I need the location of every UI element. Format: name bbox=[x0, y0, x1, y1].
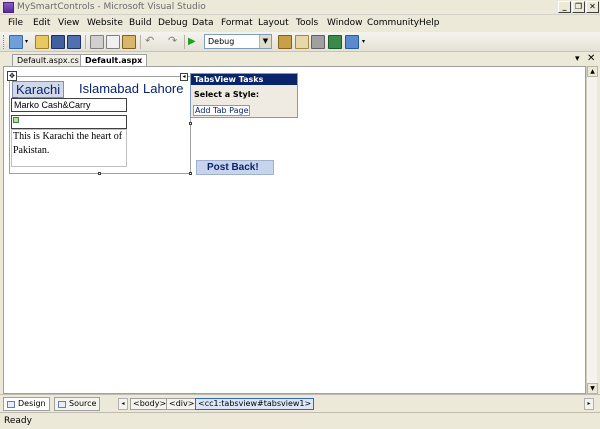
add-tab-page-link[interactable]: Add Tab Page bbox=[193, 105, 251, 116]
paste-icon[interactable] bbox=[122, 35, 136, 49]
toolbar-options-icon[interactable]: ▾ bbox=[362, 35, 370, 49]
cut-icon[interactable] bbox=[90, 35, 104, 49]
breadcrumb-tabsview[interactable]: <cc1:tabsview#tabsview1> bbox=[195, 398, 315, 410]
design-view-tab[interactable]: Design bbox=[3, 397, 50, 411]
toolbar-grip[interactable] bbox=[3, 35, 6, 49]
empty-textbox[interactable] bbox=[11, 115, 127, 129]
redo-icon[interactable]: ↷ bbox=[168, 35, 182, 49]
close-button[interactable]: ✕ bbox=[586, 1, 599, 13]
properties-icon[interactable] bbox=[311, 35, 325, 49]
toolbar-separator bbox=[184, 35, 185, 49]
save-icon[interactable] bbox=[51, 35, 65, 49]
view-bar: Design Source ◂ <body> <div> <cc1:tabsvi… bbox=[0, 394, 600, 412]
move-handle-icon[interactable]: ✥ bbox=[7, 71, 17, 81]
design-icon bbox=[7, 401, 15, 408]
status-text: Ready bbox=[4, 416, 32, 426]
tabsview-control[interactable]: ✥ ◂ Karachi Islamabad Lahore Marko Cash&… bbox=[7, 71, 192, 175]
resize-handle[interactable] bbox=[98, 172, 101, 175]
toolbar-separator bbox=[140, 35, 141, 49]
object-browser-icon[interactable] bbox=[345, 35, 359, 49]
tab-default-aspx-cs[interactable]: Default.aspx.cs bbox=[12, 54, 84, 66]
tab-karachi[interactable]: Karachi bbox=[12, 81, 65, 98]
select-style-label: Select a Style: bbox=[194, 90, 260, 99]
menu-build[interactable]: Build bbox=[129, 18, 152, 28]
vertical-scrollbar[interactable]: ▲ ▼ bbox=[586, 66, 598, 394]
design-view-label: Design bbox=[18, 399, 46, 408]
solution-explorer-icon[interactable] bbox=[295, 35, 309, 49]
chevron-down-icon[interactable]: ▼ bbox=[259, 35, 271, 48]
undo-icon[interactable]: ↶ bbox=[145, 35, 159, 49]
menu-file[interactable]: File bbox=[8, 18, 23, 28]
breadcrumb-left-icon[interactable]: ◂ bbox=[118, 398, 128, 410]
toolbox-icon[interactable] bbox=[328, 35, 342, 49]
menu-data[interactable]: Data bbox=[192, 18, 214, 28]
window-title: MySmartControls - Microsoft Visual Studi… bbox=[17, 2, 206, 12]
source-view-label: Source bbox=[69, 399, 97, 408]
menu-debug[interactable]: Debug bbox=[158, 18, 188, 28]
start-debugging-icon[interactable]: ▶ bbox=[188, 35, 202, 49]
tab-islamabad[interactable]: Islamabad bbox=[79, 81, 139, 96]
visual-studio-icon bbox=[3, 2, 14, 13]
copy-icon[interactable] bbox=[106, 35, 120, 49]
document-tab-strip: Default.aspx.cs Default.aspx ▾ ✕ bbox=[0, 52, 600, 67]
minimize-button[interactable]: _ bbox=[558, 1, 571, 13]
name-textbox[interactable]: Marko Cash&Carry bbox=[11, 98, 127, 112]
tab-list-icon[interactable]: ▾ bbox=[575, 54, 580, 64]
scroll-down-icon[interactable]: ▼ bbox=[587, 383, 598, 394]
menu-format[interactable]: Format bbox=[221, 18, 253, 28]
textbox-glyph-icon bbox=[13, 117, 19, 123]
breadcrumb-body[interactable]: <body> bbox=[130, 398, 170, 410]
restore-button[interactable]: ❐ bbox=[572, 1, 585, 13]
find-in-files-icon[interactable] bbox=[278, 35, 292, 49]
smart-tag-icon[interactable]: ◂ bbox=[180, 73, 188, 81]
menu-help[interactable]: Help bbox=[419, 18, 440, 28]
new-project-icon[interactable] bbox=[9, 35, 23, 49]
menu-view[interactable]: View bbox=[58, 18, 79, 28]
breadcrumb-right-icon[interactable]: ▸ bbox=[584, 398, 594, 410]
resize-handle[interactable] bbox=[189, 122, 192, 125]
resize-handle[interactable] bbox=[189, 172, 192, 175]
scroll-up-icon[interactable]: ▲ bbox=[587, 66, 598, 77]
tabsview-tasks-panel: TabsView Tasks Select a Style: Add Tab P… bbox=[190, 73, 298, 118]
source-view-tab[interactable]: Source bbox=[54, 397, 101, 411]
menu-community[interactable]: Community bbox=[367, 18, 419, 28]
menu-website[interactable]: Website bbox=[87, 18, 123, 28]
standard-toolbar: ▾ ↶ ↷ ▶ ▾ bbox=[0, 32, 600, 52]
toolbar-separator bbox=[85, 35, 86, 49]
save-all-icon[interactable] bbox=[67, 35, 81, 49]
tasks-panel-title: TabsView Tasks bbox=[191, 74, 297, 85]
status-bar: Ready bbox=[0, 412, 600, 429]
menu-layout[interactable]: Layout bbox=[258, 18, 289, 28]
open-icon[interactable] bbox=[35, 35, 49, 49]
source-icon bbox=[58, 401, 66, 408]
menu-bar: File Edit View Website Build Debug Data … bbox=[0, 15, 600, 32]
new-project-dropdown-icon[interactable]: ▾ bbox=[25, 35, 33, 49]
solution-configuration-value: Debug bbox=[208, 37, 235, 46]
solution-configuration-select[interactable]: Debug ▼ bbox=[204, 34, 272, 49]
description-paragraph: This is Karachi the heart of Pakistan. bbox=[11, 129, 127, 167]
menu-edit[interactable]: Edit bbox=[33, 18, 50, 28]
menu-tools[interactable]: Tools bbox=[296, 18, 318, 28]
menu-window[interactable]: Window bbox=[327, 18, 363, 28]
title-bar: MySmartControls - Microsoft Visual Studi… bbox=[0, 0, 600, 15]
close-document-icon[interactable]: ✕ bbox=[587, 53, 595, 64]
breadcrumb-div[interactable]: <div> bbox=[166, 398, 198, 410]
tab-lahore[interactable]: Lahore bbox=[143, 81, 183, 96]
postback-button[interactable]: Post Back! bbox=[196, 160, 274, 175]
